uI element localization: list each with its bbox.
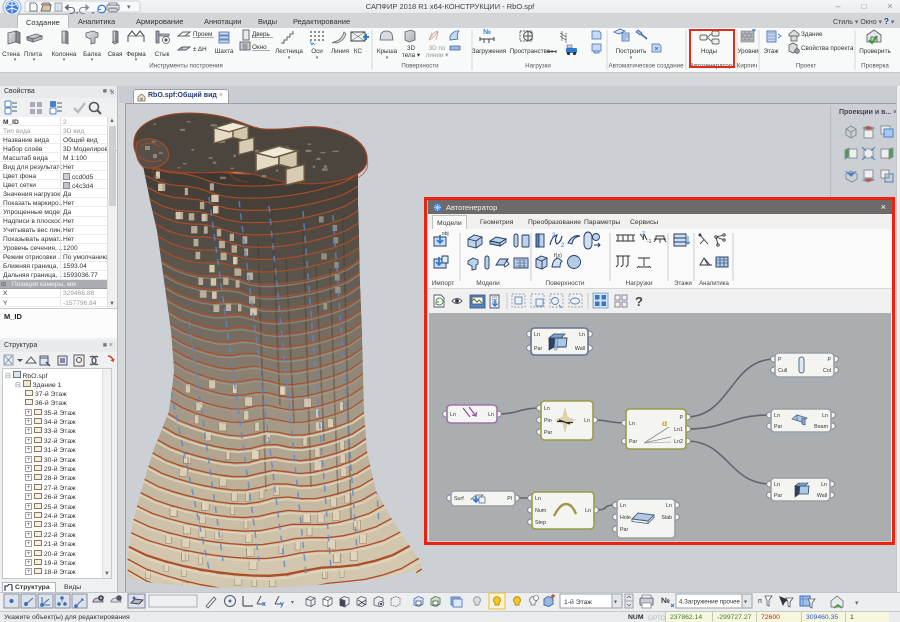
- svg-text:▾: ▾: [630, 55, 633, 61]
- svg-text:x: x: [262, 601, 266, 608]
- svg-text:Поверхности: Поверхности: [401, 63, 439, 70]
- svg-text:Нагрузки: Нагрузки: [525, 63, 551, 70]
- svg-text:Построить: Построить: [616, 48, 647, 55]
- svg-text:▾: ▾: [386, 55, 389, 61]
- svg-text:тела ▾: тела ▾: [402, 52, 420, 59]
- svg-text:± ΔН: ± ΔН: [193, 46, 207, 53]
- svg-text:Свая: Свая: [108, 51, 123, 58]
- svg-text:4.Загружение прочее: 4.Загружение прочее: [679, 599, 741, 606]
- svg-text:Уровни: Уровни: [737, 48, 759, 55]
- svg-text:▾: ▾: [744, 600, 747, 606]
- svg-text:Окно: Окно: [252, 44, 267, 51]
- svg-text:Проверить: Проверить: [859, 48, 891, 55]
- svg-text:Пространство: Пространство: [510, 48, 551, 55]
- svg-text:Оси: Оси: [311, 48, 323, 55]
- svg-text:Этаж: Этаж: [763, 48, 779, 55]
- svg-text:▾: ▾: [316, 55, 319, 61]
- svg-text:▾: ▾: [614, 600, 617, 606]
- svg-text:Автоматическое создание: Автоматическое создание: [608, 63, 684, 70]
- svg-text:Дверь: Дверь: [252, 31, 271, 38]
- svg-text:Кирпич: Кирпич: [737, 63, 758, 70]
- svg-text:Инструменты построения: Инструменты построения: [149, 63, 223, 70]
- svg-text:3D: 3D: [407, 45, 416, 52]
- svg-text:Свойства проекта: Свойства проекта: [801, 44, 854, 52]
- svg-text:№: №: [483, 28, 491, 36]
- svg-text:п: п: [758, 598, 762, 605]
- svg-text:Стык: Стык: [155, 51, 170, 58]
- svg-text:КС: КС: [354, 48, 363, 55]
- svg-text:Проем: Проем: [193, 31, 212, 38]
- svg-text:Загружения: Загружения: [472, 48, 506, 55]
- svg-text:Линия: Линия: [331, 48, 349, 55]
- svg-text:Шахта: Шахта: [215, 48, 234, 55]
- svg-text:▾: ▾: [291, 600, 294, 606]
- svg-text:Стена: Стена: [2, 51, 20, 58]
- svg-text:линии ▾: линии ▾: [426, 52, 449, 59]
- svg-text:Проект: Проект: [796, 63, 817, 70]
- svg-text:y: y: [280, 601, 284, 608]
- svg-text:Проверка: Проверка: [861, 63, 889, 70]
- svg-text:▾: ▾: [127, 4, 131, 11]
- svg-text:3D по: 3D по: [429, 45, 446, 52]
- svg-text:1-й Этаж: 1-й Этаж: [564, 598, 592, 606]
- svg-text:№: №: [661, 596, 670, 605]
- svg-text:Здание: Здание: [801, 31, 823, 38]
- svg-text:Крыша: Крыша: [377, 48, 398, 55]
- svg-text:▾: ▾: [288, 55, 291, 61]
- svg-text:▾: ▾: [855, 600, 859, 607]
- svg-text:Лестница: Лестница: [275, 48, 303, 55]
